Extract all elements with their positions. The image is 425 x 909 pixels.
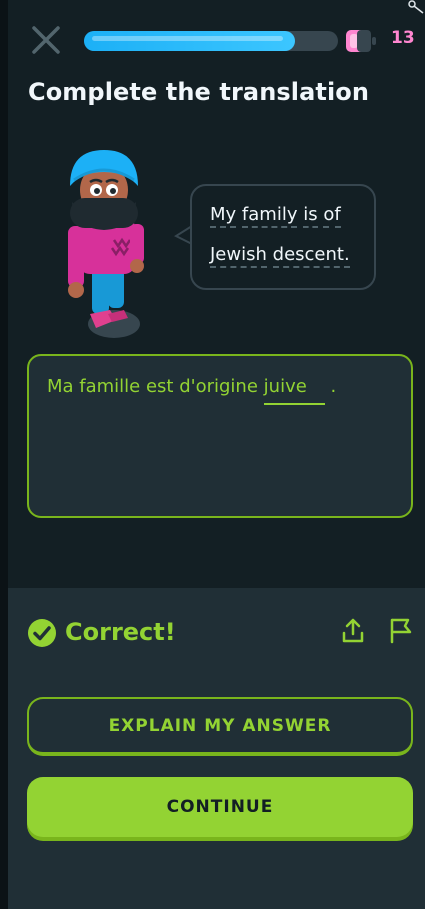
continue-button[interactable]: CONTINUE xyxy=(27,777,413,837)
corner-indicator xyxy=(408,0,425,14)
flag-icon[interactable] xyxy=(388,616,414,644)
lesson-progress-bar xyxy=(84,31,338,51)
check-circle-icon xyxy=(27,618,57,648)
answer-suffix: . xyxy=(330,376,337,397)
heart-icon xyxy=(345,28,377,54)
hint-word[interactable]: is xyxy=(303,204,318,228)
page-title: Complete the translation xyxy=(28,78,370,106)
answer-blank-field[interactable]: juive xyxy=(263,376,325,405)
answer-prefix: Ma famille est d'origine xyxy=(47,376,258,397)
bubble-line-2: Jewish descent. xyxy=(210,244,350,268)
left-edge xyxy=(0,0,8,909)
feedback-panel: Correct! EXPLAIN MY ANSWER CONTINUE xyxy=(8,588,425,909)
share-icon[interactable] xyxy=(341,618,365,644)
hint-word[interactable]: descent. xyxy=(272,244,350,268)
hint-word[interactable]: family xyxy=(241,204,298,228)
hint-word[interactable]: Jewish xyxy=(210,244,267,268)
answer-sentence: Ma famille est d'origine juive . xyxy=(47,376,336,405)
close-icon[interactable] xyxy=(28,22,64,58)
status-label: Correct! xyxy=(65,618,176,646)
speech-bubble: My family is of Jewish descent. xyxy=(190,184,376,290)
explain-answer-button[interactable]: EXPLAIN MY ANSWER xyxy=(27,697,413,756)
progress-shine xyxy=(92,36,283,41)
hint-word[interactable]: of xyxy=(323,204,341,228)
hint-word[interactable]: My xyxy=(210,204,237,228)
progress-fill xyxy=(84,31,295,51)
hearts-count: 13 xyxy=(391,28,415,48)
answer-box: Ma famille est d'origine juive . xyxy=(27,354,413,518)
character-illustration xyxy=(60,146,156,342)
bubble-line-1: My family is of xyxy=(210,204,341,228)
